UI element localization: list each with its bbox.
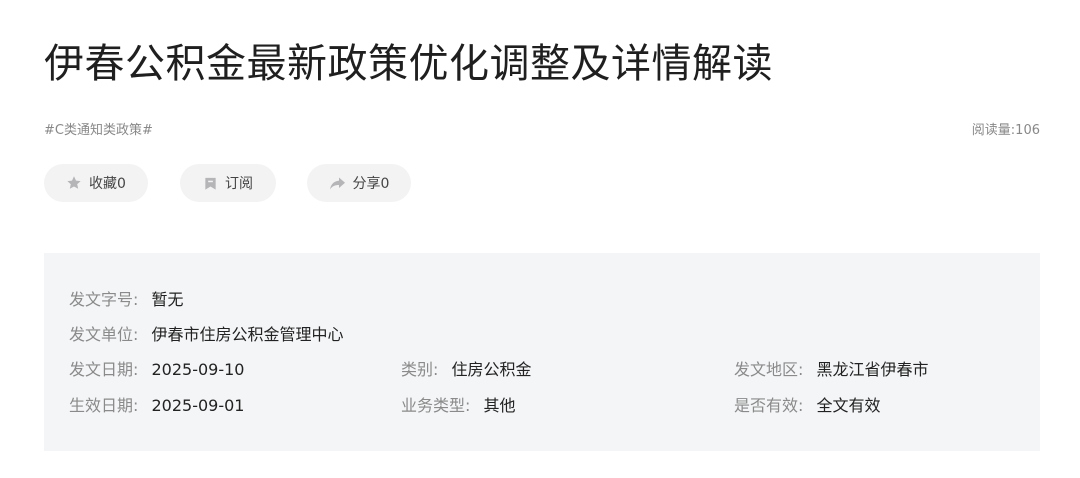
field-value: 全文有效 <box>816 396 881 415</box>
category-field: 类别: 住房公积金 <box>401 358 532 382</box>
field-label: 发文日期: <box>69 360 139 379</box>
info-row: 发文单位: 伊春市住房公积金管理中心 <box>44 323 1040 347</box>
info-row: 发文日期: 2025-09-10 类别: 住房公积金 发文地区: 黑龙江省伊春市 <box>44 358 1040 382</box>
bookmark-icon <box>205 177 216 190</box>
issuer-field: 发文单位: 伊春市住房公积金管理中心 <box>69 323 344 347</box>
meta-row: #C类通知类政策# 阅读量:106 <box>44 119 1040 139</box>
business-type-field: 业务类型: 其他 <box>401 394 516 418</box>
region-field: 发文地区: 黑龙江省伊春市 <box>734 358 929 382</box>
share-button[interactable]: 分享0 <box>307 164 411 202</box>
subscribe-button[interactable]: 订阅 <box>180 164 276 202</box>
issue-date-field: 发文日期: 2025-09-10 <box>69 358 244 382</box>
field-value: 2025-09-10 <box>151 360 245 379</box>
star-icon <box>67 176 81 189</box>
validity-field: 是否有效: 全文有效 <box>734 394 881 418</box>
field-label: 发文地区: <box>734 360 804 379</box>
page-title: 伊春公积金最新政策优化调整及详情解读 <box>44 41 773 87</box>
field-value: 伊春市住房公积金管理中心 <box>151 325 344 344</box>
field-label: 类别: <box>401 360 439 379</box>
field-label: 发文字号: <box>69 290 139 309</box>
field-label: 生效日期: <box>69 396 139 415</box>
field-value: 暂无 <box>151 290 184 309</box>
field-value: 2025-09-01 <box>151 396 245 415</box>
favorite-label: 收藏0 <box>89 176 126 192</box>
info-row: 生效日期: 2025-09-01 业务类型: 其他 是否有效: 全文有效 <box>44 394 1040 418</box>
field-value: 黑龙江省伊春市 <box>816 360 929 379</box>
info-row: 发文字号: 暂无 <box>44 288 1040 312</box>
doc-number-field: 发文字号: 暂无 <box>69 288 184 312</box>
share-label: 分享0 <box>352 176 390 192</box>
document-info-panel: 发文字号: 暂无 发文单位: 伊春市住房公积金管理中心 发文日期: 2025-0… <box>44 253 1040 451</box>
policy-tag[interactable]: #C类通知类政策# <box>44 119 153 138</box>
favorite-button[interactable]: 收藏0 <box>44 164 148 202</box>
field-label: 是否有效: <box>734 396 804 415</box>
field-value: 其他 <box>483 396 516 415</box>
field-label: 发文单位: <box>69 325 139 344</box>
share-arrow-icon <box>329 177 345 189</box>
field-label: 业务类型: <box>401 396 471 415</box>
effective-date-field: 生效日期: 2025-09-01 <box>69 394 244 418</box>
read-count: 阅读量:106 <box>971 123 1040 138</box>
subscribe-label: 订阅 <box>225 176 253 192</box>
field-value: 住房公积金 <box>451 360 532 379</box>
